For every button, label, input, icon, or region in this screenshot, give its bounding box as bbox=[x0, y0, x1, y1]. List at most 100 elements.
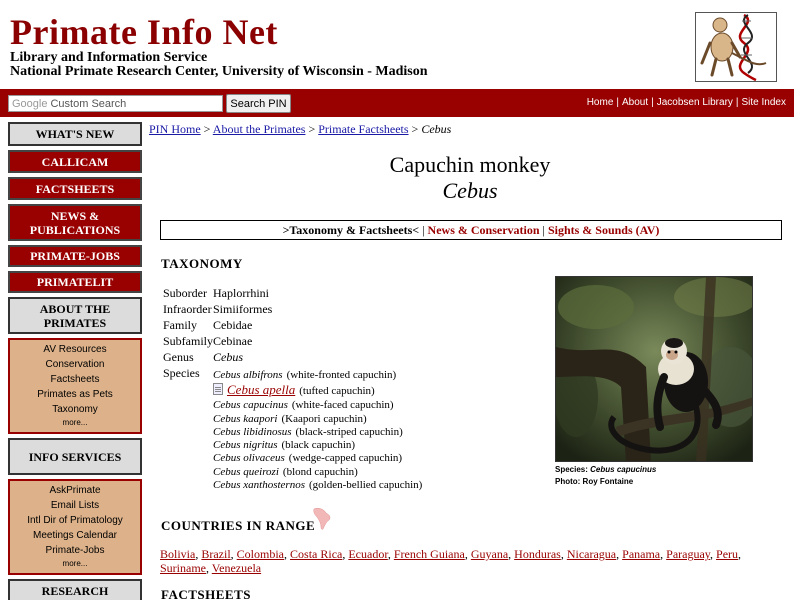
species-common-name: (Kaapori capuchin) bbox=[281, 412, 367, 425]
taxonomy-heading: TAXONOMY bbox=[161, 256, 243, 271]
species-scientific-name: Cebus capucinus bbox=[213, 399, 288, 412]
species-scientific-name: Cebus olivaceus bbox=[213, 452, 285, 465]
site-title[interactable]: Primate Info Net bbox=[10, 14, 278, 50]
species-scientific-name: Cebus libidinosus bbox=[213, 425, 292, 438]
sidebar-item-primate-jobs[interactable]: PRIMATE-JOBS bbox=[8, 245, 142, 267]
sidebar-item-info-services[interactable]: INFO SERVICES bbox=[8, 438, 142, 475]
country-link[interactable]: Venezuela bbox=[212, 561, 261, 575]
submenu-item-askprimate[interactable]: AskPrimate bbox=[10, 483, 140, 498]
sidebar-item-research-resources[interactable]: RESEARCH RESOURCES bbox=[8, 579, 142, 600]
breadcrumb-separator: > bbox=[411, 122, 419, 136]
sidebar-item-callicam[interactable]: CALLICAM bbox=[8, 150, 142, 173]
species-item: Cebus xanthosternos (golden-bellied capuc… bbox=[213, 479, 422, 492]
country-link[interactable]: Nicaragua bbox=[567, 547, 616, 561]
species-factsheet-link[interactable]: Cebus apella bbox=[227, 382, 295, 397]
tab-news-conservation[interactable]: News & Conservation bbox=[428, 223, 540, 237]
sidebar-item-about-the-primates[interactable]: ABOUT THE PRIMATES bbox=[8, 297, 142, 334]
submenu-item-primate-jobs[interactable]: Primate-Jobs bbox=[10, 543, 140, 558]
species-scientific-name: Cebus kaapori bbox=[213, 412, 278, 425]
submenu-more-link[interactable]: more... bbox=[10, 558, 140, 570]
search-button[interactable]: Search PIN bbox=[226, 94, 291, 113]
taxonomy-row: Subfamily Cebinae bbox=[163, 333, 272, 349]
submenu-item-taxonomy[interactable]: Taxonomy bbox=[10, 402, 140, 417]
submenu-item-conservation[interactable]: Conservation bbox=[10, 357, 140, 372]
taxonomy-value: Cebinae bbox=[213, 334, 253, 348]
species-common-name: (white-faced capuchin) bbox=[291, 399, 394, 412]
country-link[interactable]: Paraguay bbox=[666, 547, 710, 561]
species-item: Cebus olivaceus (wedge-capped capuchin) bbox=[213, 452, 422, 465]
search-bar: Google Custom Search Search PIN Home | Abo… bbox=[0, 89, 794, 117]
submenu-item-primates-as-pets[interactable]: Primates as Pets bbox=[10, 387, 140, 402]
breadcrumb-about-primates[interactable]: About the Primates bbox=[213, 122, 306, 136]
photo-credit: Photo: Roy Fontaine bbox=[555, 477, 634, 486]
top-link-site-index[interactable]: Site Index bbox=[742, 97, 786, 108]
country-link[interactable]: Costa Rica bbox=[290, 547, 342, 561]
country-link[interactable]: Colombia bbox=[237, 547, 284, 561]
breadcrumb-separator: > bbox=[203, 122, 211, 136]
breadcrumb-current: Cebus bbox=[421, 122, 452, 136]
species-scientific-name: Cebus queirozi bbox=[213, 465, 279, 478]
submenu-item-meetings-calendar[interactable]: Meetings Calendar bbox=[10, 528, 140, 543]
sidebar-item-news-publications[interactable]: NEWS & PUBLICATIONS bbox=[8, 204, 142, 241]
about-primates-submenu: AV Resources Conservation Factsheets Pri… bbox=[8, 338, 142, 434]
country-link[interactable]: Bolivia bbox=[160, 547, 195, 561]
top-link-home[interactable]: Home bbox=[587, 97, 614, 108]
country-link[interactable]: Ecuador bbox=[348, 547, 388, 561]
sidebar-item-factsheets[interactable]: FACTSHEETS bbox=[8, 177, 142, 200]
top-links: Home | About | Jacobsen Library | Site Index bbox=[586, 97, 786, 108]
breadcrumb-pin-home[interactable]: PIN Home bbox=[149, 122, 201, 136]
south-america-map-icon[interactable] bbox=[312, 507, 332, 531]
species-common-name: (golden-bellied capuchin) bbox=[308, 479, 423, 492]
search-input[interactable]: Google Custom Search bbox=[8, 95, 223, 112]
submenu-item-av-resources[interactable]: AV Resources bbox=[10, 342, 140, 357]
breadcrumb-primate-factsheets[interactable]: Primate Factsheets bbox=[318, 122, 408, 136]
taxonomy-row: Suborder Haplorrhini bbox=[163, 285, 272, 301]
section-tabs: >Taxonomy & Factsheets< | News & Conservat… bbox=[160, 220, 782, 240]
country-link[interactable]: Honduras bbox=[514, 547, 561, 561]
taxonomy-key: Family bbox=[163, 318, 198, 332]
species-scientific-name: Cebus xanthosternos bbox=[213, 479, 305, 492]
taxonomy-key: Infraorder bbox=[163, 302, 212, 316]
country-link[interactable]: Panama bbox=[622, 547, 660, 561]
country-link[interactable]: Peru bbox=[716, 547, 738, 561]
submenu-item-factsheets[interactable]: Factsheets bbox=[10, 372, 140, 387]
sidebar-item-whats-new[interactable]: WHAT'S NEW bbox=[8, 122, 142, 146]
species-common-name: (wedge-capped capuchin) bbox=[288, 452, 403, 465]
top-link-jacobsen-library[interactable]: Jacobsen Library bbox=[657, 97, 733, 108]
submenu-item-email-lists[interactable]: Email Lists bbox=[10, 498, 140, 513]
site-header: Primate Info Net Library and Information… bbox=[0, 0, 800, 88]
country-link[interactable]: French Guiana bbox=[394, 547, 465, 561]
taxonomy-value: Haplorrhini bbox=[213, 286, 269, 300]
google-label: Google bbox=[12, 97, 48, 110]
country-link[interactable]: Brazil bbox=[201, 547, 230, 561]
submenu-more-link[interactable]: more... bbox=[10, 417, 140, 429]
factsheets-heading: FACTSHEETS bbox=[161, 587, 252, 600]
taxonomy-key: Genus bbox=[163, 350, 194, 364]
page-subtitle-genus: Cebus bbox=[442, 178, 498, 203]
tab-taxonomy-factsheets[interactable]: >Taxonomy & Factsheets< bbox=[283, 223, 420, 237]
info-services-submenu: AskPrimate Email Lists Intl Dir of Prima… bbox=[8, 479, 142, 575]
species-item: Cebus nigritus (black capuchin) bbox=[213, 439, 422, 452]
breadcrumb-separator: > bbox=[308, 122, 316, 136]
breadcrumb: PIN Home > About the Primates > Primate … bbox=[149, 122, 451, 137]
species-item: Cebus queirozi (blond capuchin) bbox=[213, 466, 422, 479]
country-link[interactable]: Suriname bbox=[160, 561, 206, 575]
page-title: Capuchin monkey bbox=[389, 152, 551, 177]
species-common-name: (black-striped capuchin) bbox=[295, 425, 403, 438]
document-icon bbox=[213, 383, 223, 396]
taxonomy-row: Infraorder Simiiformes bbox=[163, 301, 272, 317]
taxonomy-key: Suborder bbox=[163, 286, 207, 300]
submenu-item-intl-dir[interactable]: Intl Dir of Primatology bbox=[10, 513, 140, 528]
taxonomy-key: Species bbox=[163, 366, 200, 380]
caption-species: Cebus capucinus bbox=[590, 465, 657, 474]
tab-sights-sounds[interactable]: Sights & Sounds (AV) bbox=[548, 223, 660, 237]
monkey-dna-logo-icon[interactable] bbox=[695, 12, 777, 82]
countries-heading: COUNTRIES IN RANGE bbox=[161, 518, 316, 533]
country-link[interactable]: Guyana bbox=[471, 547, 508, 561]
taxonomy-key: Subfamily bbox=[163, 334, 213, 348]
sidebar-item-primatelit[interactable]: PRIMATELIT bbox=[8, 271, 142, 293]
site-subtitle-center: National Primate Research Center, Univer… bbox=[10, 64, 428, 79]
top-link-about[interactable]: About bbox=[622, 97, 648, 108]
caption-label: Species: bbox=[555, 465, 588, 474]
species-item: Cebus apella (tufted capuchin) bbox=[213, 382, 422, 399]
